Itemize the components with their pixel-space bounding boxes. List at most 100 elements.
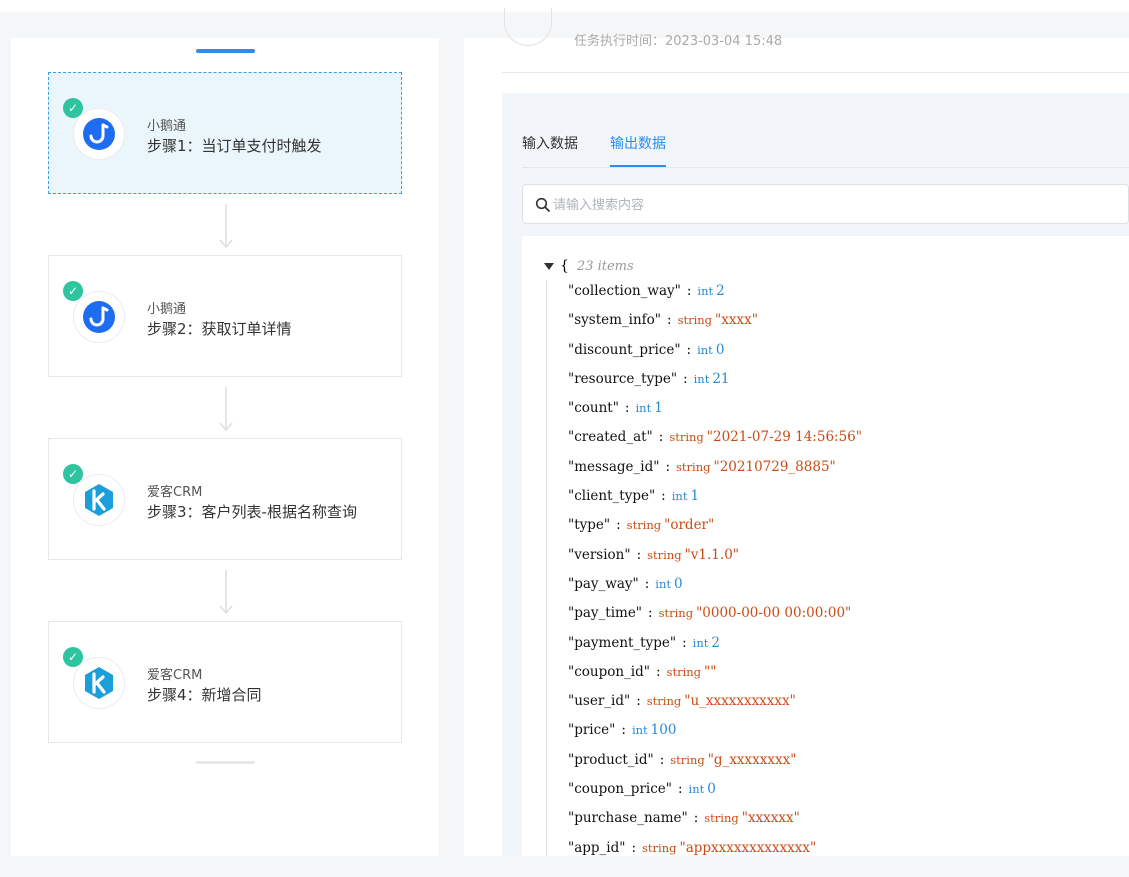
data-viewer: 输入数据 输出数据 { 23 items "collection_way":in… xyxy=(502,93,1129,856)
json-type: string xyxy=(626,518,662,533)
k-crm-icon xyxy=(73,474,125,526)
execution-time: 任务执行时间：2023-03-04 15:48 xyxy=(574,34,783,49)
json-colon: : xyxy=(658,429,664,446)
step-title: 步骤4：新增合同 xyxy=(147,686,262,704)
json-colon: : xyxy=(667,312,672,329)
json-key: "pay_time" xyxy=(568,605,643,622)
json-key: "version" xyxy=(568,546,631,563)
step-app-name: 爱客CRM xyxy=(147,485,203,500)
json-key: "type" xyxy=(568,517,611,534)
search-box[interactable] xyxy=(522,184,1129,224)
json-colon: : xyxy=(661,488,666,505)
json-type: string xyxy=(669,430,704,445)
json-items-count: 23 items xyxy=(576,258,634,274)
json-row: "created_at": string "2021-07-29 14:56:56" xyxy=(568,429,862,458)
json-key: "count" xyxy=(568,400,619,417)
step-app-name: 爱客CRM xyxy=(147,668,203,683)
search-icon xyxy=(535,197,550,212)
json-colon: : xyxy=(624,400,630,417)
json-row: "pay_time": string "0000-00-00 00:00:00" xyxy=(568,605,862,634)
json-type: int xyxy=(655,576,671,591)
scroll-indicator-top[interactable] xyxy=(196,49,255,53)
json-key: "system_info" xyxy=(568,312,662,329)
json-type: int xyxy=(692,635,709,650)
json-type: string xyxy=(677,313,713,328)
json-key: "pay_way" xyxy=(568,575,639,592)
json-key: "discount_price" xyxy=(568,341,681,358)
json-type: int xyxy=(697,342,713,357)
json-colon: : xyxy=(655,663,661,680)
json-row: "count": int 1 xyxy=(568,400,862,429)
down-arrow-icon xyxy=(219,204,233,249)
json-colon: : xyxy=(683,370,688,387)
k-crm-icon xyxy=(73,657,125,709)
json-value: "0000-00-00 00:00:00" xyxy=(696,605,852,622)
json-viewer: { 23 items "collection_way": int 2 "system_… xyxy=(522,236,1129,856)
workflow-step-4[interactable]: ✓ 爱客CRM 步骤4：新增合同 xyxy=(48,621,402,743)
json-row: "type": string "order" xyxy=(568,517,862,546)
json-colon: : xyxy=(631,839,637,856)
workflow-step-2[interactable]: ✓ 小鹅通 步骤2：获取订单详情 xyxy=(48,255,402,377)
json-type: string xyxy=(704,811,739,826)
json-colon: : xyxy=(636,546,642,563)
top-strip xyxy=(0,0,1129,12)
json-colon: : xyxy=(682,634,687,651)
tab-output-data[interactable]: 输出数据 xyxy=(610,133,666,153)
json-key: "coupon_price" xyxy=(568,781,672,798)
json-value: "u_xxxxxxxxxxx" xyxy=(684,693,796,710)
workflow-panel: ✓ 小鹅通 步骤1：当订单支付时触发 ✓ 小鹅通 步骤2：获取订单详情 ✓ 爱客… xyxy=(11,38,439,856)
json-type: int xyxy=(697,284,714,298)
json-indent-guide xyxy=(546,280,547,856)
goose-icon xyxy=(73,108,125,160)
json-type: int xyxy=(635,401,652,416)
json-value: "appxxxxxxxxxxxxx" xyxy=(679,839,817,856)
search-input[interactable] xyxy=(553,194,1113,216)
json-row: "purchase_name": string "xxxxxx" xyxy=(568,810,862,839)
step-title: 步骤1：当订单支付时触发 xyxy=(147,137,322,155)
collapse-triangle-icon[interactable] xyxy=(544,262,554,270)
json-key: "created_at" xyxy=(568,429,653,446)
json-type: string xyxy=(676,459,711,474)
json-type: int xyxy=(631,723,648,738)
json-row: "collection_way": int 2 xyxy=(568,283,862,312)
json-value: 0 xyxy=(715,341,725,358)
json-row: "message_id": string "20210729_8885" xyxy=(568,459,862,488)
json-colon: : xyxy=(686,341,692,358)
json-value: 0 xyxy=(707,781,716,798)
goose-icon xyxy=(73,291,125,343)
json-value: "" xyxy=(704,663,717,680)
json-colon: : xyxy=(693,810,699,827)
json-key: "price" xyxy=(568,722,616,739)
json-row: "user_id": string "u_xxxxxxxxxxx" xyxy=(568,693,862,722)
step-app-name: 小鹅通 xyxy=(147,119,187,134)
json-colon: : xyxy=(659,751,665,768)
json-type: string xyxy=(642,840,677,855)
json-type: string xyxy=(647,547,682,562)
json-key: "payment_type" xyxy=(568,634,677,651)
json-key: "client_type" xyxy=(568,488,656,505)
check-icon: ✓ xyxy=(63,647,83,667)
down-arrow-icon xyxy=(219,570,233,615)
step-title: 步骤2：获取订单详情 xyxy=(147,320,292,338)
scroll-indicator-bottom[interactable] xyxy=(196,761,255,764)
workflow-step-3[interactable]: ✓ 爱客CRM 步骤3：客户列表-根据名称查询 xyxy=(48,438,402,560)
json-value: 1 xyxy=(690,488,700,505)
json-value: 0 xyxy=(674,575,683,592)
json-value: "xxxx" xyxy=(715,312,758,329)
json-key: "product_id" xyxy=(568,751,654,768)
json-row: "client_type": int 1 xyxy=(568,488,862,517)
json-key: "coupon_id" xyxy=(568,663,650,680)
json-key: "resource_type" xyxy=(568,370,678,387)
down-arrow-icon xyxy=(219,387,233,432)
json-type: string xyxy=(670,752,705,767)
json-value: "20210729_8885" xyxy=(713,458,836,475)
json-row: "version": string "v1.1.0" xyxy=(568,547,862,576)
workflow-step-1[interactable]: ✓ 小鹅通 步骤1：当订单支付时触发 xyxy=(48,72,402,194)
json-type: string xyxy=(666,664,702,679)
json-key: "user_id" xyxy=(568,693,631,710)
tab-input-data[interactable]: 输入数据 xyxy=(522,133,578,153)
json-value: 100 xyxy=(650,722,677,739)
json-colon: : xyxy=(644,575,650,592)
json-colon: : xyxy=(665,458,671,475)
active-tab-indicator xyxy=(610,165,666,167)
